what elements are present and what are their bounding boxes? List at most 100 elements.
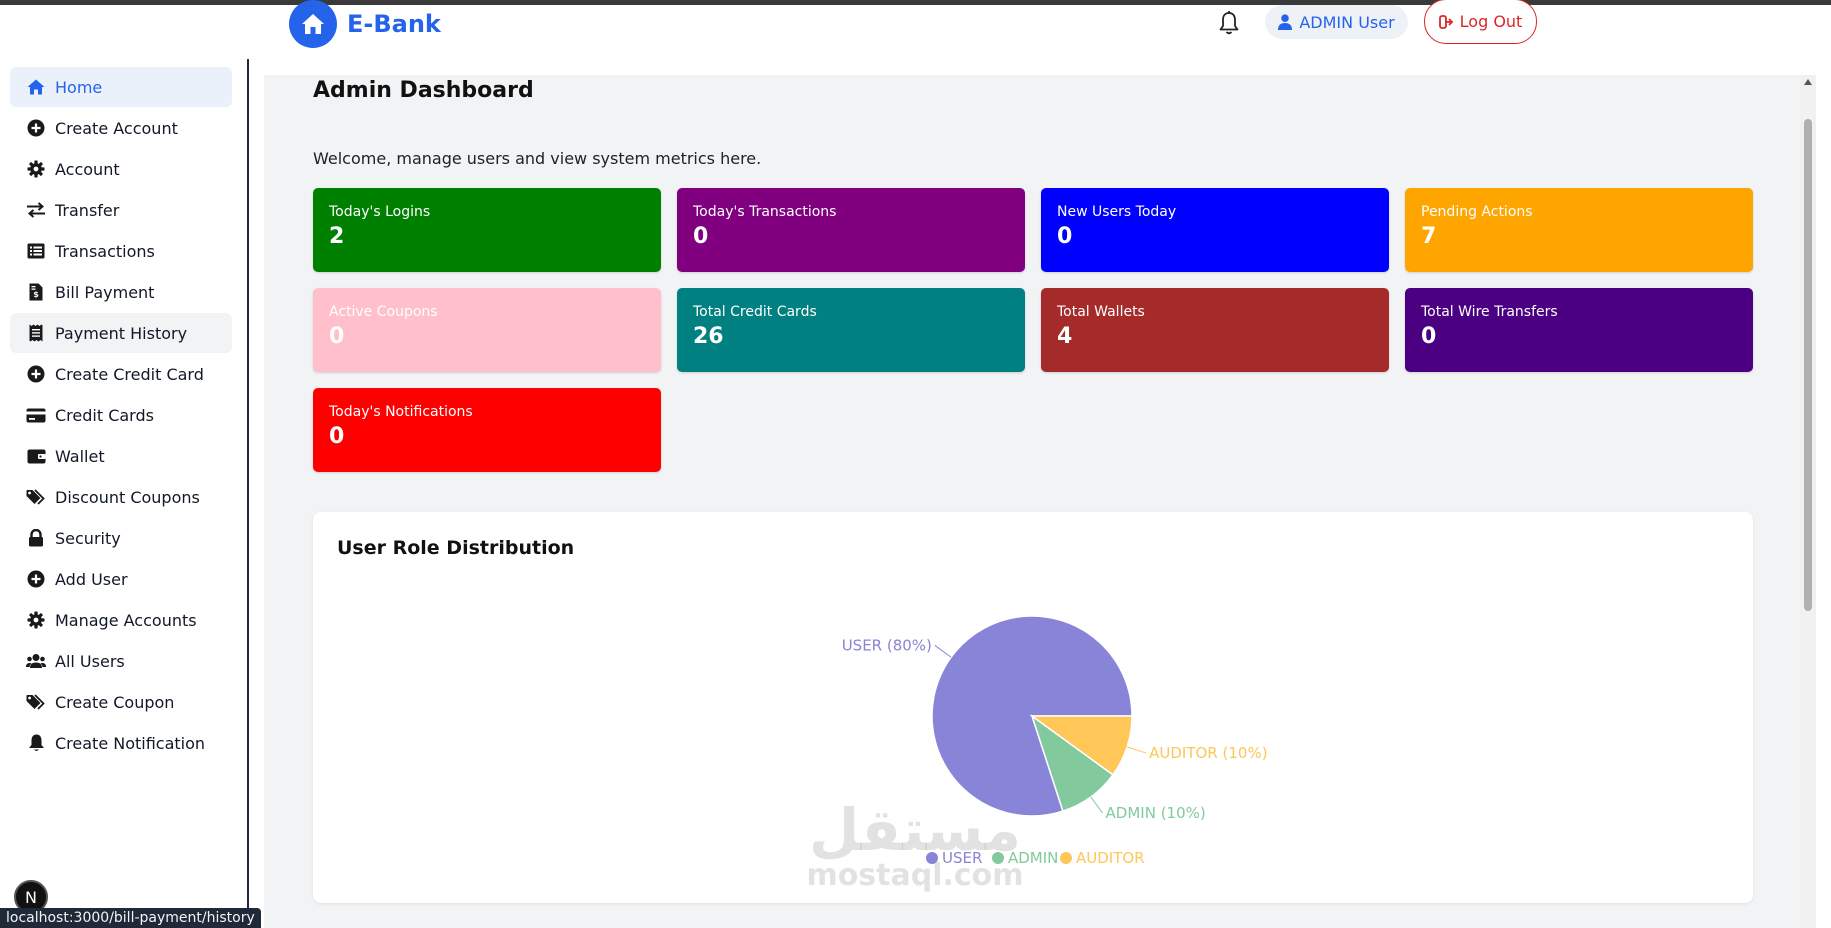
sidebar-item-label: Create Account: [55, 118, 178, 138]
home-logo-icon: [289, 0, 337, 48]
stat-card-total-wire-transfers: Total Wire Transfers 0: [1405, 288, 1753, 372]
sidebar-item-label: Discount Coupons: [55, 487, 200, 507]
sidebar-item-payment-history[interactable]: Payment History: [10, 313, 232, 353]
sidebar-item-label: Home: [55, 77, 103, 97]
legend-label-auditor[interactable]: AUDITOR: [1076, 849, 1145, 867]
stat-card-value: 0: [329, 424, 345, 449]
sidebar-item-label: Security: [55, 528, 121, 548]
stat-card-label: Today's Notifications: [329, 404, 473, 420]
sidebar-item-all-users[interactable]: All Users: [10, 641, 232, 681]
brand-name: E-Bank: [347, 10, 441, 38]
stat-card-new-users-today: New Users Today 0: [1041, 188, 1389, 272]
pie-slice-label-user: USER (80%): [842, 636, 932, 654]
gear-icon: [25, 158, 47, 180]
stat-card-label: Total Wire Transfers: [1421, 304, 1558, 320]
sidebar-item-label: Create Credit Card: [55, 364, 204, 384]
stat-card-label: Today's Logins: [329, 204, 431, 220]
tags-icon: [25, 486, 47, 508]
sidebar-item-create-account[interactable]: Create Account: [10, 108, 232, 148]
sidebar-item-credit-cards[interactable]: Credit Cards: [10, 395, 232, 435]
welcome-text: Welcome, manage users and view system me…: [313, 149, 762, 168]
sidebar-item-create-notification[interactable]: Create Notification: [10, 723, 232, 763]
pie-leader-line-auditor: [1126, 746, 1147, 754]
stat-card-label: New Users Today: [1057, 204, 1177, 220]
stat-card-value: 0: [1057, 224, 1073, 249]
logout-label: Log Out: [1459, 12, 1523, 31]
sidebar-item-create-credit-card[interactable]: Create Credit Card: [10, 354, 232, 394]
sidebar-item-bill-payment[interactable]: $ Bill Payment: [10, 272, 232, 312]
pie-slice-label-admin: ADMIN (10%): [1106, 804, 1206, 822]
pie-slice-label-auditor: AUDITOR (10%): [1149, 744, 1267, 762]
sidebar-item-transfer[interactable]: Transfer: [10, 190, 232, 230]
pie-leader-line-admin: [1090, 796, 1103, 814]
sidebar-item-manage-accounts[interactable]: Manage Accounts: [10, 600, 232, 640]
vertical-scrollbar[interactable]: [1800, 75, 1816, 928]
stat-card-label: Pending Actions: [1421, 204, 1533, 220]
notification-bell-icon[interactable]: [1217, 10, 1241, 38]
stat-card-total-wallets: Total Wallets 4: [1041, 288, 1389, 372]
legend-swatch-user: [926, 852, 938, 864]
invoice-icon: $: [25, 281, 47, 303]
sidebar-item-discount-coupons[interactable]: Discount Coupons: [10, 477, 232, 517]
pie-leader-line-user: [934, 645, 952, 658]
status-bar-url: localhost:3000/bill-payment/history: [0, 908, 261, 928]
brand[interactable]: E-Bank: [289, 0, 441, 48]
sidebar-item-create-coupon[interactable]: Create Coupon: [10, 682, 232, 722]
plus-circle-icon: [25, 117, 47, 139]
sidebar-item-security[interactable]: Security: [10, 518, 232, 558]
lock-icon: [25, 527, 47, 549]
sidebar-item-label: All Users: [55, 651, 125, 671]
sidebar-item-label: Transactions: [55, 241, 155, 261]
scroll-up-arrow-icon[interactable]: [1804, 79, 1812, 85]
sidebar-item-account[interactable]: Account: [10, 149, 232, 189]
legend-swatch-admin: [992, 852, 1004, 864]
stat-card-label: Total Wallets: [1057, 304, 1145, 320]
list-icon: [25, 240, 47, 262]
stat-card-value: 0: [329, 324, 345, 349]
tags-icon: [25, 691, 47, 713]
sidebar-item-label: Wallet: [55, 446, 105, 466]
users-icon: [25, 650, 47, 672]
sign-out-icon: [1438, 14, 1453, 29]
stat-card-total-credit-cards: Total Credit Cards 26: [677, 288, 1025, 372]
top-header: E-Bank ADMIN User Log Out: [0, 0, 1831, 59]
stat-card-today-s-notifications: Today's Notifications 0: [313, 388, 661, 472]
sidebar-item-label: Credit Cards: [55, 405, 154, 425]
receipt-icon: [25, 322, 47, 344]
stat-card-today-s-logins: Today's Logins 2: [313, 188, 661, 272]
stat-card-today-s-transactions: Today's Transactions 0: [677, 188, 1025, 272]
sidebar-item-transactions[interactable]: Transactions: [10, 231, 232, 271]
stat-card-value: 4: [1057, 324, 1073, 349]
sidebar-item-label: Payment History: [55, 323, 188, 343]
sidebar-item-add-user[interactable]: Add User: [10, 559, 232, 599]
logout-button[interactable]: Log Out: [1424, 0, 1537, 44]
home-icon: [25, 76, 47, 98]
sidebar-item-label: Create Notification: [55, 733, 206, 753]
user-label: ADMIN User: [1299, 12, 1395, 32]
sidebar-item-home[interactable]: Home: [10, 67, 232, 107]
stat-card-active-coupons: Active Coupons 0: [313, 288, 661, 372]
plus-circle-icon: [25, 568, 47, 590]
stat-card-value: 26: [693, 324, 724, 349]
stat-card-label: Active Coupons: [329, 304, 438, 320]
user-icon: [1278, 14, 1293, 30]
legend-label-admin[interactable]: ADMIN: [1008, 849, 1058, 867]
gear-icon: [25, 609, 47, 631]
stat-card-value: 0: [1421, 324, 1437, 349]
user-menu-button[interactable]: ADMIN User: [1265, 5, 1408, 39]
sidebar-item-wallet[interactable]: Wallet: [10, 436, 232, 476]
stat-card-pending-actions: Pending Actions 7: [1405, 188, 1753, 272]
sidebar-item-label: Transfer: [55, 200, 120, 220]
main-content: Admin Dashboard Welcome, manage users an…: [264, 75, 1800, 928]
stat-card-label: Today's Transactions: [693, 204, 837, 220]
sidebar-item-label: Create Coupon: [55, 692, 175, 712]
sidebar-item-label: Add User: [55, 569, 128, 589]
scroll-thumb[interactable]: [1804, 119, 1812, 611]
stat-card-label: Total Credit Cards: [693, 304, 817, 320]
credit-card-icon: [25, 404, 47, 426]
legend-label-user[interactable]: USER: [942, 849, 982, 867]
svg-text:$: $: [33, 290, 39, 299]
stat-card-value: 2: [329, 224, 345, 249]
plus-circle-icon: [25, 363, 47, 385]
legend-swatch-auditor: [1060, 852, 1072, 864]
